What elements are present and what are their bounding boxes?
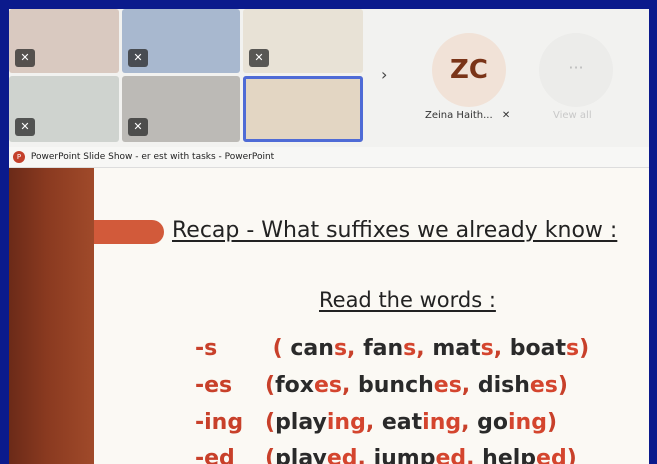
participant-tile[interactable]: ✕ xyxy=(243,9,363,73)
muted-mic-icon: ✕ xyxy=(15,49,35,67)
example-word: going xyxy=(477,410,547,435)
powerpoint-icon: P xyxy=(13,150,25,163)
suffix-label: -s xyxy=(195,336,218,361)
participant-tile[interactable] xyxy=(243,76,363,142)
example-word: played xyxy=(275,446,358,464)
muted-mic-icon: ✕ xyxy=(128,49,148,67)
suffix-label: -ing xyxy=(195,410,244,435)
participant-tile[interactable]: ✕ xyxy=(122,76,240,142)
slide: Recap - What suffixes we already know : … xyxy=(9,168,649,464)
example-word: cans xyxy=(290,336,348,361)
example-word: bunches xyxy=(358,373,462,398)
screen: ✕ ✕ ✕ ✕ ✕ › ZC Zeina Haith... ✕ ··· View all… xyxy=(9,9,649,464)
muted-mic-icon: ✕ xyxy=(128,118,148,136)
example-word: dishes xyxy=(477,373,558,398)
suffix-label: -es xyxy=(195,373,233,398)
slide-subtitle: Read the words : xyxy=(319,288,496,312)
slide-left-bar xyxy=(9,168,94,464)
meeting-strip: ✕ ✕ ✕ ✕ ✕ › ZC Zeina Haith... ✕ ··· View all xyxy=(9,9,649,147)
next-participants-icon[interactable]: › xyxy=(381,65,387,84)
participant-tile[interactable]: ✕ xyxy=(9,76,119,142)
suffix-row: -s ( cans, fans, mats, boats) xyxy=(195,336,590,361)
window-title: PowerPoint Slide Show - er est with task… xyxy=(30,152,275,162)
title-accent xyxy=(94,220,164,244)
slide-title: Recap - What suffixes we already know : xyxy=(172,218,618,243)
avatar[interactable]: ZC xyxy=(432,33,506,107)
example-word: jumped xyxy=(373,446,467,464)
muted-mic-icon: ✕ xyxy=(501,110,511,121)
example-word: fans xyxy=(363,336,417,361)
example-word: boats xyxy=(509,336,580,361)
avatar-name: Zeina Haith... ✕ xyxy=(425,110,511,121)
suffix-label: -ed xyxy=(195,446,235,464)
example-word: playing xyxy=(275,410,366,435)
view-all-button[interactable]: ··· xyxy=(539,33,613,107)
muted-mic-icon: ✕ xyxy=(249,49,269,67)
powerpoint-title-bar: P PowerPoint Slide Show - er est with ta… xyxy=(9,147,649,168)
suffix-row: -ed (played, jumped, helped) xyxy=(195,446,577,464)
example-word: mats xyxy=(432,336,494,361)
suffix-row: -es (foxes, bunches, dishes) xyxy=(195,373,568,398)
muted-mic-icon: ✕ xyxy=(15,118,35,136)
participant-tile[interactable]: ✕ xyxy=(122,9,240,73)
participant-tile[interactable]: ✕ xyxy=(9,9,119,73)
example-word: eating xyxy=(381,410,462,435)
example-word: helped xyxy=(482,446,567,464)
example-word: foxes xyxy=(275,373,342,398)
suffix-row: -ing (playing, eating, going) xyxy=(195,410,558,435)
view-all-label: View all xyxy=(553,110,592,121)
